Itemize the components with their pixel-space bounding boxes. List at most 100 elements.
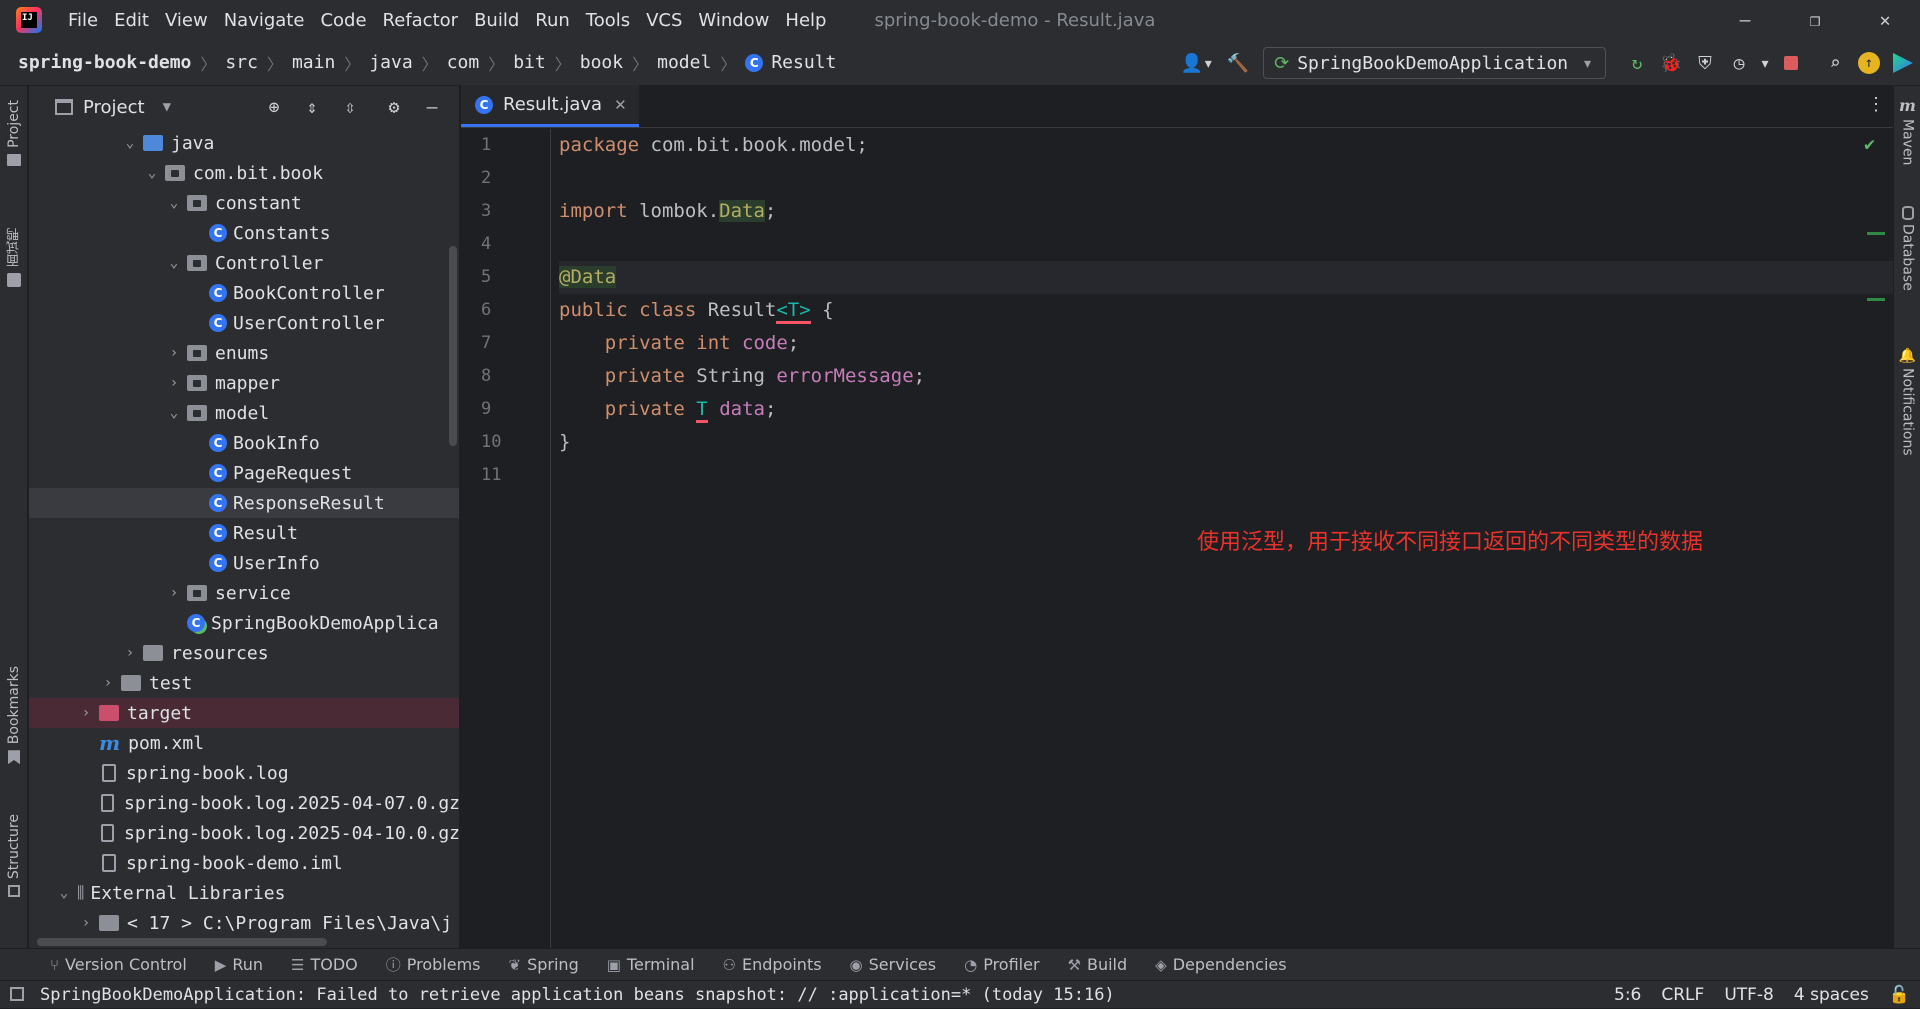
hide-panel-icon[interactable]: — — [419, 94, 445, 120]
tool-build[interactable]: ⚒ Build — [1068, 955, 1128, 974]
database-tool-tab[interactable]: Database — [1894, 206, 1920, 291]
tab-result-java[interactable]: C Result.java ✕ — [461, 85, 639, 127]
chevron-right-icon[interactable]: › — [165, 375, 183, 391]
crumb-src[interactable]: src — [225, 52, 258, 73]
chevron-right-icon[interactable]: › — [165, 585, 183, 601]
tree-item[interactable]: C BookController — [29, 278, 459, 308]
crumb-com[interactable]: com — [447, 52, 480, 73]
chevron-right-icon[interactable]: › — [77, 915, 95, 931]
tree-item[interactable]: ⌄ ⫼ External Libraries — [29, 878, 459, 908]
tree-item[interactable]: ⌄ constant — [29, 188, 459, 218]
tree-item[interactable]: C ResponseResult — [29, 488, 459, 518]
stop-icon[interactable] — [1774, 46, 1808, 80]
horizontal-scrollbar[interactable] — [37, 938, 327, 946]
update-icon[interactable]: ↑ — [1852, 46, 1886, 80]
chevron-down-icon[interactable]: ⌄ — [121, 135, 139, 151]
line-separator[interactable]: CRLF — [1661, 985, 1704, 1005]
tree-item[interactable]: › target — [29, 698, 459, 728]
gear-icon[interactable]: ⚙ — [381, 94, 407, 120]
tree-item[interactable]: spring-book.log.2025-04-07.0.gz — [29, 788, 459, 818]
expand-all-icon[interactable]: ⇕ — [299, 94, 325, 120]
tool-profiler[interactable]: ◔ Profiler — [964, 955, 1039, 974]
project-tool-tab[interactable]: Project — [0, 100, 28, 166]
crumb-java[interactable]: java — [369, 52, 412, 73]
structure-tool-tab[interactable]: Structure — [0, 814, 28, 898]
tree-item[interactable]: spring-book.log.2025-04-10.0.gz — [29, 818, 459, 848]
menu-code[interactable]: Code — [320, 8, 366, 33]
debug-bug-icon[interactable]: 🐞 — [1654, 46, 1688, 80]
crumb-bit[interactable]: bit — [513, 52, 546, 73]
menu-navigate[interactable]: Navigate — [224, 8, 305, 33]
tool-todo[interactable]: ☰ TODO — [291, 955, 358, 974]
close-window-button[interactable]: ✕ — [1850, 0, 1920, 40]
file-encoding[interactable]: UTF-8 — [1724, 985, 1774, 1005]
tree-item[interactable]: › service — [29, 578, 459, 608]
tree-item[interactable]: C UserInfo — [29, 548, 459, 578]
menu-build[interactable]: Build — [474, 8, 519, 33]
menu-vcs[interactable]: VCS — [646, 8, 682, 33]
tree-item[interactable]: spring-book.log — [29, 758, 459, 788]
tree-item[interactable]: › enums — [29, 338, 459, 368]
tree-item[interactable]: › test — [29, 668, 459, 698]
minimize-button[interactable]: — — [1710, 0, 1780, 40]
project-panel-title[interactable]: Project — [83, 97, 145, 118]
menu-view[interactable]: View — [165, 8, 208, 33]
chevron-down-icon[interactable]: ⌄ — [55, 885, 73, 901]
menu-refactor[interactable]: Refactor — [383, 8, 459, 33]
tree-item[interactable]: C SpringBookDemoApplica — [29, 608, 459, 638]
crumb-model[interactable]: model — [657, 52, 711, 73]
chevron-down-icon[interactable]: ⌄ — [165, 195, 183, 211]
intellij-logo-icon[interactable]: IJ — [16, 7, 42, 33]
notifications-tool-tab[interactable]: 🔔 Notifications — [1894, 348, 1920, 456]
tool-dependencies[interactable]: ◈ Dependencies — [1155, 955, 1286, 974]
vertical-scrollbar[interactable] — [449, 246, 457, 446]
crumb-project[interactable]: spring-book-demo — [18, 52, 191, 73]
tree-item[interactable]: C BookInfo — [29, 428, 459, 458]
tree-item[interactable]: spring-book-demo.iml — [29, 848, 459, 878]
coverage-shield-icon[interactable]: ⛨ — [1688, 46, 1722, 80]
tool-problems[interactable]: ⓘ Problems — [386, 954, 481, 975]
maven-tool-tab[interactable]: m Maven — [1894, 96, 1920, 165]
crumb-result[interactable]: Result — [771, 52, 836, 73]
status-message[interactable]: SpringBookDemoApplication: Failed to ret… — [40, 985, 1115, 1005]
mianshiya-tool-tab[interactable]: 面试鸭 — [0, 228, 28, 287]
tool-spring[interactable]: ❦ Spring — [509, 955, 579, 974]
chevron-right-icon[interactable]: › — [77, 705, 95, 721]
menu-run[interactable]: Run — [535, 8, 570, 33]
caret-position[interactable]: 5:6 — [1614, 985, 1641, 1005]
tree-item[interactable]: › mapper — [29, 368, 459, 398]
jetbrains-ai-icon[interactable] — [1886, 46, 1920, 80]
menu-file[interactable]: File — [68, 8, 98, 33]
profile-run-icon[interactable]: ◷ — [1722, 46, 1756, 80]
rerun-icon[interactable]: ↻ — [1620, 46, 1654, 80]
tree-item[interactable]: C Constants — [29, 218, 459, 248]
indent-setting[interactable]: 4 spaces — [1794, 985, 1869, 1005]
tool-services[interactable]: ◉ Services — [850, 955, 937, 974]
tree-item[interactable]: C Result — [29, 518, 459, 548]
close-icon[interactable]: ✕ — [614, 96, 627, 114]
change-marker[interactable] — [1867, 298, 1885, 301]
restore-button[interactable]: ❐ — [1780, 0, 1850, 40]
run-configuration-select[interactable]: ⟳ SpringBookDemoApplication ▾ — [1263, 47, 1606, 79]
chevron-down-icon[interactable]: ⌄ — [165, 405, 183, 421]
bookmarks-tool-tab[interactable]: Bookmarks — [0, 666, 28, 765]
tree-item[interactable]: ⌄ com.bit.book — [29, 158, 459, 188]
tree-item[interactable]: ⌄ java — [29, 128, 459, 158]
change-marker[interactable] — [1867, 232, 1885, 235]
chevron-down-icon[interactable]: ⌄ — [165, 255, 183, 271]
chevron-right-icon[interactable]: › — [165, 345, 183, 361]
select-opened-file-icon[interactable]: ⊕ — [261, 94, 287, 120]
crumb-book[interactable]: book — [580, 52, 623, 73]
tool-run[interactable]: ▶ Run — [215, 955, 263, 974]
tree-item[interactable]: ⌄ Controller — [29, 248, 459, 278]
tool-version-control[interactable]: ⑂ Version Control — [50, 955, 187, 974]
chevron-down-icon[interactable]: ⌄ — [143, 165, 161, 181]
menu-window[interactable]: Window — [698, 8, 769, 33]
lock-icon[interactable]: 🔓 — [1889, 985, 1910, 1005]
menu-edit[interactable]: Edit — [114, 8, 149, 33]
no-problems-check-icon[interactable]: ✔ — [1864, 134, 1875, 155]
tool-terminal[interactable]: ▣ Terminal — [607, 955, 695, 974]
menu-help[interactable]: Help — [785, 8, 826, 33]
tree-item[interactable]: C PageRequest — [29, 458, 459, 488]
tree-item[interactable]: ⌄ model — [29, 398, 459, 428]
